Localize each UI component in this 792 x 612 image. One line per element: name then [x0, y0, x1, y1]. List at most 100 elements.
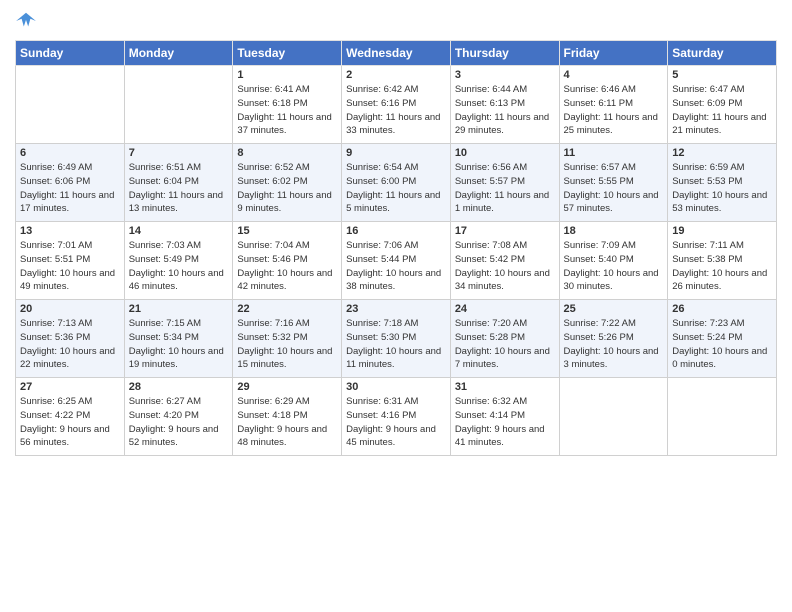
day-info: Sunrise: 7:08 AMSunset: 5:42 PMDaylight:… [455, 239, 555, 294]
day-number: 2 [346, 69, 446, 81]
day-info: Sunrise: 6:31 AMSunset: 4:16 PMDaylight:… [346, 395, 446, 450]
calendar-day-cell: 1Sunrise: 6:41 AMSunset: 6:18 PMDaylight… [233, 66, 342, 144]
calendar-day-cell: 20 Sunrise: 7:13 AMSunset: 5:36 PMDayligh… [16, 300, 125, 378]
day-info: Sunrise: 6:42 AMSunset: 6:16 PMDaylight:… [346, 83, 446, 138]
day-info: Sunrise: 7:22 AMSunset: 5:26 PMDaylight:… [564, 317, 664, 372]
calendar-day-cell: 13 Sunrise: 7:01 AMSunset: 5:51 PMDayligh… [16, 222, 125, 300]
logo [15, 10, 39, 32]
day-number: 24 [455, 303, 555, 315]
day-info: Sunrise: 7:11 AMSunset: 5:38 PMDaylight:… [672, 239, 772, 294]
day-info: Sunrise: 6:51 AMSunset: 6:04 PMDaylight:… [129, 161, 229, 216]
calendar-day-cell [559, 378, 668, 456]
day-info: Sunrise: 6:27 AMSunset: 4:20 PMDaylight:… [129, 395, 229, 450]
day-number: 25 [564, 303, 664, 315]
calendar-day-cell: 14 Sunrise: 7:03 AMSunset: 5:49 PMDayligh… [124, 222, 233, 300]
day-number: 17 [455, 225, 555, 237]
calendar-day-cell: 25 Sunrise: 7:22 AMSunset: 5:26 PMDayligh… [559, 300, 668, 378]
day-number: 21 [129, 303, 229, 315]
calendar-day-cell: 16 Sunrise: 7:06 AMSunset: 5:44 PMDayligh… [342, 222, 451, 300]
day-number: 18 [564, 225, 664, 237]
day-number: 22 [237, 303, 337, 315]
day-number: 13 [20, 225, 120, 237]
calendar-week-row: 20 Sunrise: 7:13 AMSunset: 5:36 PMDayligh… [16, 300, 777, 378]
day-number: 23 [346, 303, 446, 315]
day-info: Sunrise: 6:25 AMSunset: 4:22 PMDaylight:… [20, 395, 120, 450]
calendar-day-cell: 7Sunrise: 6:51 AMSunset: 6:04 PMDaylight… [124, 144, 233, 222]
day-info: Sunrise: 7:18 AMSunset: 5:30 PMDaylight:… [346, 317, 446, 372]
day-info: Sunrise: 6:54 AMSunset: 6:00 PMDaylight:… [346, 161, 446, 216]
calendar-day-cell: 9 Sunrise: 6:54 AMSunset: 6:00 PMDaylight… [342, 144, 451, 222]
day-number: 14 [129, 225, 229, 237]
day-info: Sunrise: 6:57 AMSunset: 5:55 PMDaylight:… [564, 161, 664, 216]
day-info: Sunrise: 7:20 AMSunset: 5:28 PMDaylight:… [455, 317, 555, 372]
calendar-day-cell: 12 Sunrise: 6:59 AMSunset: 5:53 PMDayligh… [668, 144, 777, 222]
day-number: 26 [672, 303, 772, 315]
day-number: 20 [20, 303, 120, 315]
day-info: Sunrise: 6:44 AMSunset: 6:13 PMDaylight:… [455, 83, 555, 138]
calendar-week-row: 13 Sunrise: 7:01 AMSunset: 5:51 PMDayligh… [16, 222, 777, 300]
calendar-day-cell: 6Sunrise: 6:49 AMSunset: 6:06 PMDaylight… [16, 144, 125, 222]
weekday-header-row: SundayMondayTuesdayWednesdayThursdayFrid… [16, 41, 777, 66]
day-number: 16 [346, 225, 446, 237]
calendar-day-cell: 28 Sunrise: 6:27 AMSunset: 4:20 PMDayligh… [124, 378, 233, 456]
calendar-day-cell: 24 Sunrise: 7:20 AMSunset: 5:28 PMDayligh… [450, 300, 559, 378]
day-number: 4 [564, 69, 664, 81]
calendar-day-cell: 5 Sunrise: 6:47 AMSunset: 6:09 PMDaylight… [668, 66, 777, 144]
page: SundayMondayTuesdayWednesdayThursdayFrid… [0, 0, 792, 612]
header [15, 10, 777, 32]
calendar-day-cell: 30 Sunrise: 6:31 AMSunset: 4:16 PMDayligh… [342, 378, 451, 456]
day-number: 12 [672, 147, 772, 159]
calendar-week-row: 27 Sunrise: 6:25 AMSunset: 4:22 PMDayligh… [16, 378, 777, 456]
day-number: 5 [672, 69, 772, 81]
day-number: 11 [564, 147, 664, 159]
day-info: Sunrise: 6:29 AMSunset: 4:18 PMDaylight:… [237, 395, 337, 450]
calendar-day-cell: 11 Sunrise: 6:57 AMSunset: 5:55 PMDayligh… [559, 144, 668, 222]
day-info: Sunrise: 6:59 AMSunset: 5:53 PMDaylight:… [672, 161, 772, 216]
weekday-header-cell: Saturday [668, 41, 777, 66]
calendar-day-cell [668, 378, 777, 456]
weekday-header-cell: Wednesday [342, 41, 451, 66]
calendar-body: 1Sunrise: 6:41 AMSunset: 6:18 PMDaylight… [16, 66, 777, 456]
calendar-week-row: 1Sunrise: 6:41 AMSunset: 6:18 PMDaylight… [16, 66, 777, 144]
calendar-day-cell [124, 66, 233, 144]
day-number: 30 [346, 381, 446, 393]
day-number: 9 [346, 147, 446, 159]
day-info: Sunrise: 7:13 AMSunset: 5:36 PMDaylight:… [20, 317, 120, 372]
day-number: 27 [20, 381, 120, 393]
day-number: 31 [455, 381, 555, 393]
day-info: Sunrise: 6:32 AMSunset: 4:14 PMDaylight:… [455, 395, 555, 450]
day-info: Sunrise: 7:15 AMSunset: 5:34 PMDaylight:… [129, 317, 229, 372]
day-info: Sunrise: 7:04 AMSunset: 5:46 PMDaylight:… [237, 239, 337, 294]
calendar-day-cell: 26Sunrise: 7:23 AMSunset: 5:24 PMDayligh… [668, 300, 777, 378]
calendar-day-cell: 29 Sunrise: 6:29 AMSunset: 4:18 PMDayligh… [233, 378, 342, 456]
day-number: 15 [237, 225, 337, 237]
calendar-day-cell: 18 Sunrise: 7:09 AMSunset: 5:40 PMDayligh… [559, 222, 668, 300]
day-info: Sunrise: 6:49 AMSunset: 6:06 PMDaylight:… [20, 161, 120, 216]
calendar-table: SundayMondayTuesdayWednesdayThursdayFrid… [15, 40, 777, 456]
calendar-day-cell: 15 Sunrise: 7:04 AMSunset: 5:46 PMDayligh… [233, 222, 342, 300]
calendar-day-cell: 27 Sunrise: 6:25 AMSunset: 4:22 PMDayligh… [16, 378, 125, 456]
day-info: Sunrise: 7:09 AMSunset: 5:40 PMDaylight:… [564, 239, 664, 294]
logo-bird-icon [15, 10, 37, 32]
day-number: 8 [237, 147, 337, 159]
calendar-day-cell: 3 Sunrise: 6:44 AMSunset: 6:13 PMDaylight… [450, 66, 559, 144]
calendar-day-cell: 10Sunrise: 6:56 AMSunset: 5:57 PMDayligh… [450, 144, 559, 222]
day-info: Sunrise: 7:01 AMSunset: 5:51 PMDaylight:… [20, 239, 120, 294]
day-info: Sunrise: 6:46 AMSunset: 6:11 PMDaylight:… [564, 83, 664, 138]
day-number: 10 [455, 147, 555, 159]
calendar-day-cell: 4 Sunrise: 6:46 AMSunset: 6:11 PMDaylight… [559, 66, 668, 144]
day-info: Sunrise: 6:52 AMSunset: 6:02 PMDaylight:… [237, 161, 337, 216]
calendar-day-cell: 22 Sunrise: 7:16 AMSunset: 5:32 PMDayligh… [233, 300, 342, 378]
day-number: 28 [129, 381, 229, 393]
day-number: 3 [455, 69, 555, 81]
calendar-day-cell: 21 Sunrise: 7:15 AMSunset: 5:34 PMDayligh… [124, 300, 233, 378]
day-info: Sunrise: 7:16 AMSunset: 5:32 PMDaylight:… [237, 317, 337, 372]
calendar-day-cell: 19Sunrise: 7:11 AMSunset: 5:38 PMDayligh… [668, 222, 777, 300]
day-info: Sunrise: 7:06 AMSunset: 5:44 PMDaylight:… [346, 239, 446, 294]
weekday-header-cell: Sunday [16, 41, 125, 66]
day-info: Sunrise: 7:03 AMSunset: 5:49 PMDaylight:… [129, 239, 229, 294]
day-info: Sunrise: 6:41 AMSunset: 6:18 PMDaylight:… [237, 83, 337, 138]
day-number: 29 [237, 381, 337, 393]
day-info: Sunrise: 6:47 AMSunset: 6:09 PMDaylight:… [672, 83, 772, 138]
calendar-day-cell: 17 Sunrise: 7:08 AMSunset: 5:42 PMDayligh… [450, 222, 559, 300]
